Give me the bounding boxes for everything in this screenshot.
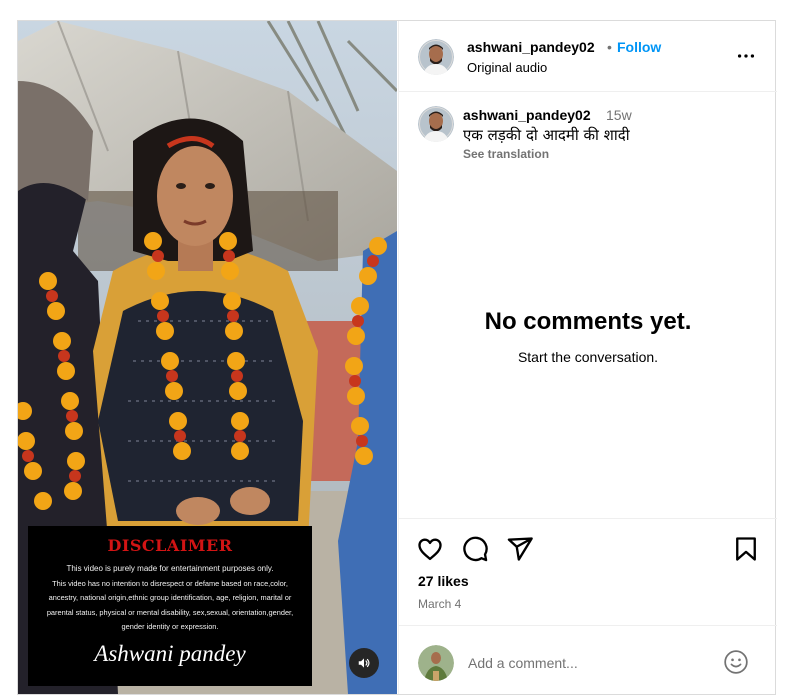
disclaimer-line: gender identity or expression. (121, 622, 219, 631)
caption-timestamp[interactable]: 15w (606, 107, 632, 123)
separator-dot: • (607, 39, 612, 55)
disclaimer-title: DISCLAIMER (107, 536, 233, 555)
emoji-icon[interactable] (723, 649, 749, 675)
more-options-icon[interactable] (735, 45, 757, 67)
share-icon[interactable] (506, 535, 534, 563)
avatar-image (418, 645, 454, 681)
sound-toggle-button[interactable] (349, 648, 379, 678)
add-comment-input[interactable] (468, 651, 708, 675)
disclaimer-line: This video is purely made for entertainm… (66, 564, 274, 573)
author-avatar[interactable] (418, 39, 454, 75)
avatar-image (418, 106, 454, 142)
caption-text: एक लड़की दो आदमी की शादी (463, 126, 630, 144)
comment-icon[interactable] (461, 535, 489, 563)
avatar-image (418, 39, 454, 75)
caption-author-avatar[interactable] (418, 106, 454, 142)
disclaimer-overlay: DISCLAIMER This video is purely made for… (28, 526, 312, 686)
post-video[interactable]: DISCLAIMER This video is purely made for… (18, 21, 397, 694)
actions-divider (399, 518, 777, 519)
post-header: ashwani_pandey02 • Follow Original audio (399, 21, 777, 92)
disclaimer-signature: Ashwani pandey (94, 640, 246, 666)
follow-button[interactable]: Follow (617, 39, 661, 55)
no-comments-subtitle: Start the conversation. (517, 349, 659, 365)
disclaimer-line: ancestry, national origin,ethnic group i… (48, 593, 292, 602)
see-translation-button[interactable]: See translation (463, 147, 549, 161)
no-comments-title: No comments yet. (484, 308, 692, 335)
disclaimer-line: This video has no intention to disrespec… (52, 578, 288, 588)
post-date[interactable]: March 4 (418, 597, 461, 611)
like-count[interactable]: 27 likes (418, 573, 469, 589)
audio-link[interactable]: Original audio (467, 60, 547, 75)
heart-icon[interactable] (416, 535, 444, 563)
bookmark-icon[interactable] (732, 535, 760, 563)
post-details-panel: ashwani_pandey02 • Follow Original audio… (398, 21, 777, 694)
disclaimer-line: parental status, physical or mental disa… (46, 607, 294, 617)
caption-username[interactable]: ashwani_pandey02 (463, 107, 591, 123)
author-username[interactable]: ashwani_pandey02 (467, 39, 595, 55)
post-dialog: DISCLAIMER This video is purely made for… (17, 20, 777, 695)
comment-bar-divider (399, 625, 777, 626)
current-user-avatar[interactable] (418, 645, 454, 681)
speaker-icon (358, 658, 370, 668)
